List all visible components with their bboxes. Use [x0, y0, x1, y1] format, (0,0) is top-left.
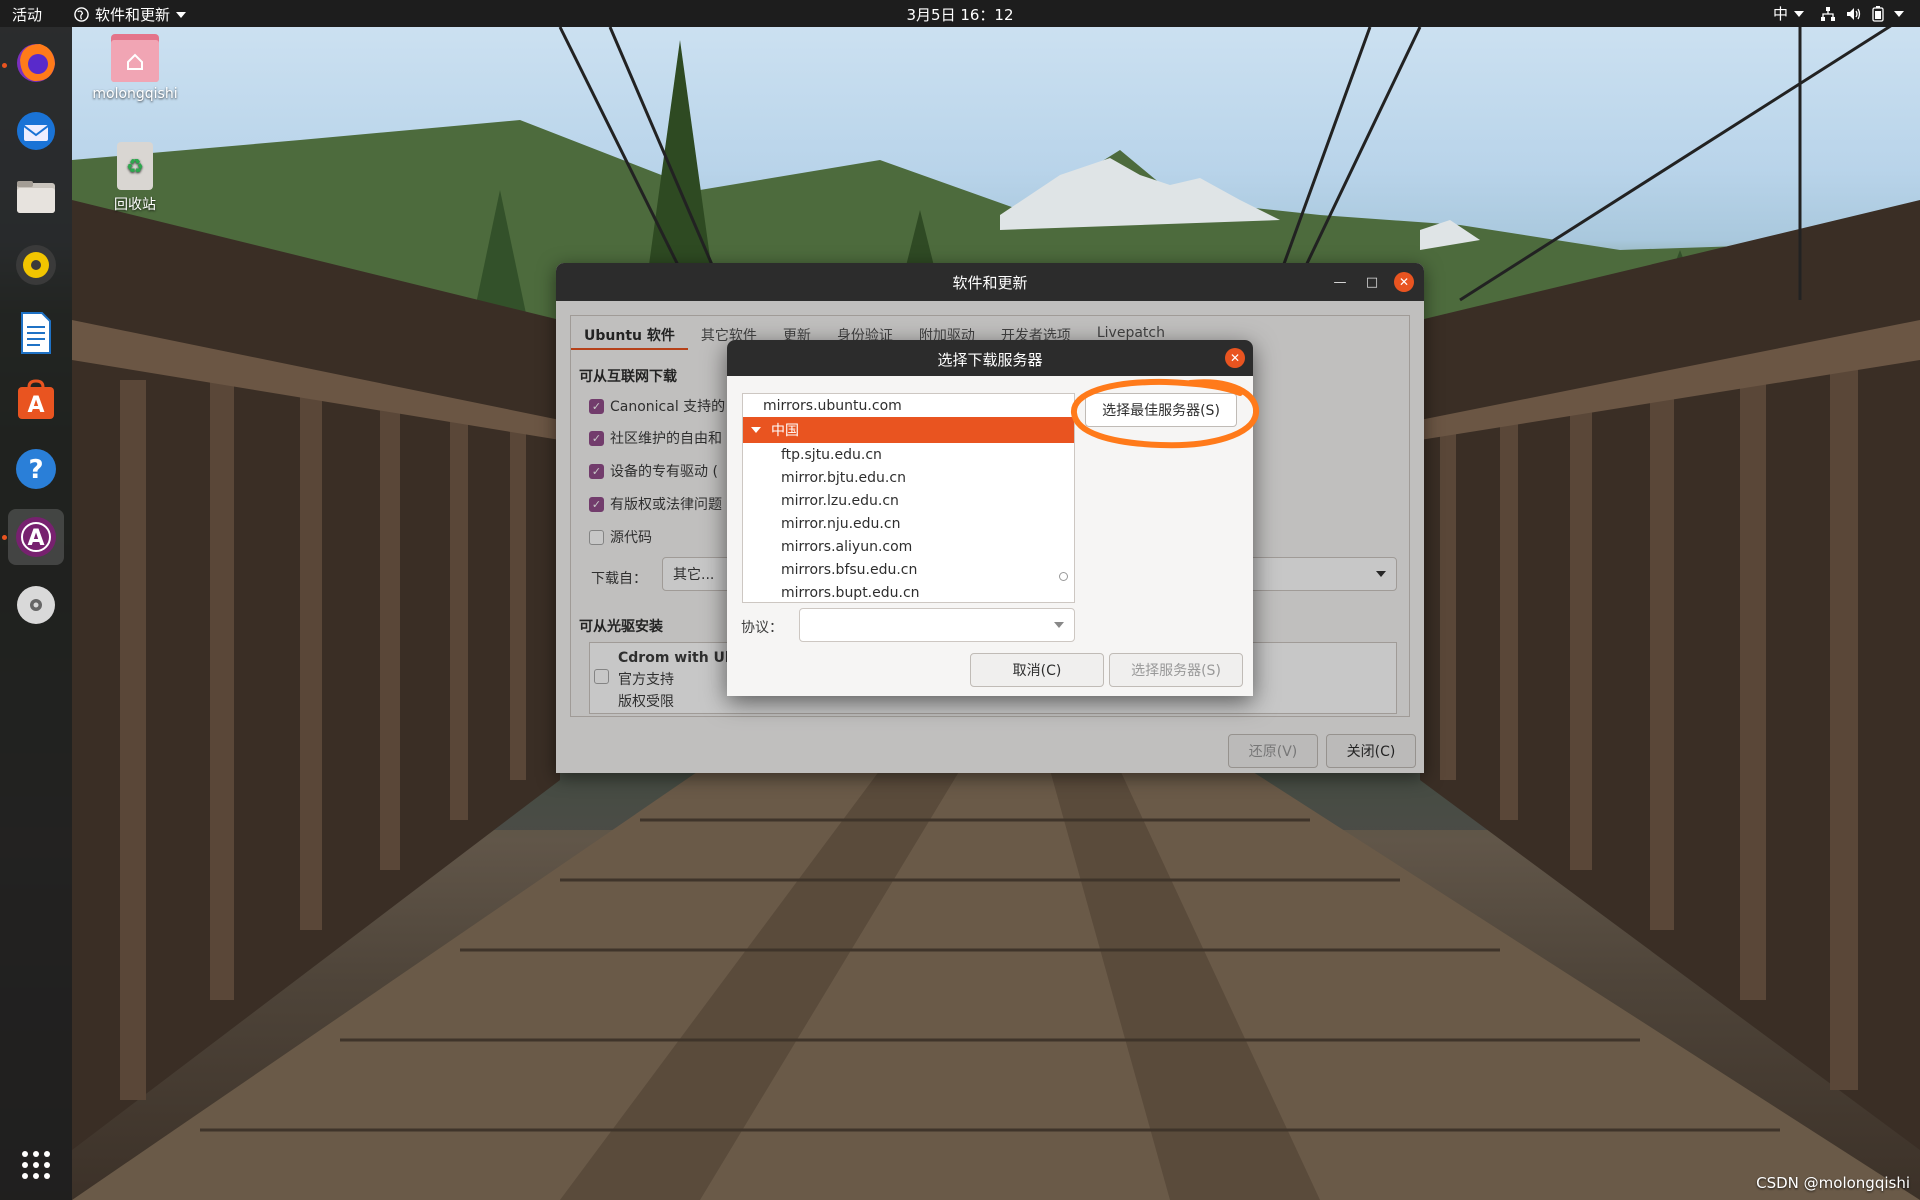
server-item[interactable]: ftp.sjtu.edu.cn: [743, 443, 1074, 466]
annotation-circle: [1071, 378, 1260, 449]
running-indicator: [2, 63, 7, 68]
dialog-titlebar[interactable]: 选择下载服务器 ✕: [727, 340, 1253, 376]
scrollbar-indicator[interactable]: [1059, 572, 1068, 581]
running-indicator: [2, 535, 7, 540]
server-item[interactable]: mirrors.aliyun.com: [743, 535, 1074, 558]
thunderbird-icon[interactable]: [8, 103, 64, 159]
server-item[interactable]: mirrors.bfsu.edu.cn: [743, 558, 1074, 581]
system-menu[interactable]: [1820, 5, 1904, 22]
chevron-down-icon: [1054, 622, 1064, 628]
app-menu-label: 软件和更新: [95, 6, 171, 24]
svg-text:A: A: [27, 393, 44, 418]
dialog-title: 选择下载服务器: [937, 351, 1043, 369]
window-titlebar[interactable]: 软件和更新 — □ ✕: [556, 263, 1424, 301]
watermark: CSDN @molongqishi: [1756, 1174, 1910, 1192]
input-method-menu[interactable]: 中: [1773, 3, 1804, 24]
expander-arrow-icon: [751, 427, 761, 433]
app-menu[interactable]: 软件和更新: [74, 4, 187, 25]
chevron-down-icon: [176, 11, 187, 18]
activities-button[interactable]: 活动: [12, 4, 42, 25]
ubuntu-software-icon[interactable]: A: [8, 373, 64, 429]
firefox-icon[interactable]: [8, 34, 64, 90]
close-dialog-button[interactable]: ✕: [1225, 348, 1245, 368]
chevron-down-icon: [1894, 10, 1904, 17]
window-title: 软件和更新: [952, 274, 1028, 292]
cancel-button[interactable]: 取消(C): [970, 653, 1104, 687]
globe-icon: [74, 7, 89, 22]
input-method-label: 中: [1772, 5, 1788, 23]
top-bar: 活动 软件和更新 3月5日 16：12 中: [0, 0, 1920, 27]
server-item[interactable]: mirrors.ubuntu.com: [743, 394, 1074, 417]
home-folder-icon: [111, 34, 159, 82]
network-icon: [1821, 6, 1835, 21]
desktop-home-label: molongqishi: [92, 86, 178, 102]
dvd-icon[interactable]: [8, 577, 64, 633]
choose-server-button[interactable]: 选择服务器(S): [1109, 653, 1243, 687]
battery-icon: [1872, 5, 1884, 22]
maximize-button[interactable]: □: [1362, 272, 1382, 292]
desktop-home-folder[interactable]: molongqishi: [80, 34, 190, 102]
help-icon[interactable]: ?: [8, 441, 64, 497]
server-item[interactable]: mirror.nju.edu.cn: [743, 512, 1074, 535]
server-item[interactable]: mirror.lzu.edu.cn: [743, 489, 1074, 512]
svg-text:A: A: [27, 526, 44, 551]
libreoffice-writer-icon[interactable]: [8, 305, 64, 361]
volume-icon: [1847, 7, 1861, 20]
desktop-trash-label: 回收站: [114, 197, 156, 213]
files-icon[interactable]: [8, 169, 64, 225]
desktop-trash[interactable]: ♻ 回收站: [80, 142, 190, 214]
rhythmbox-icon[interactable]: [8, 237, 64, 293]
chevron-down-icon: [1794, 10, 1804, 17]
server-group-label: 中国: [771, 423, 799, 439]
close-window-button[interactable]: ✕: [1394, 272, 1414, 292]
server-item[interactable]: mirrors.bupt.edu.cn: [743, 581, 1074, 602]
server-list[interactable]: mirrors.ubuntu.com 中国 ftp.sjtu.edu.cn mi…: [742, 393, 1075, 603]
svg-text:?: ?: [28, 455, 43, 485]
dock: A ? A: [0, 27, 72, 1200]
clock[interactable]: 3月5日 16：12: [906, 6, 1013, 24]
server-item[interactable]: mirror.bjtu.edu.cn: [743, 466, 1074, 489]
software-updater-icon[interactable]: A: [8, 509, 64, 565]
protocol-combo[interactable]: [799, 608, 1075, 642]
minimize-button[interactable]: —: [1330, 272, 1350, 292]
protocol-label: 协议：: [741, 620, 783, 636]
server-group-china[interactable]: 中国: [743, 417, 1074, 443]
show-apps-icon[interactable]: [8, 1137, 64, 1193]
trash-icon: ♻: [117, 142, 153, 190]
